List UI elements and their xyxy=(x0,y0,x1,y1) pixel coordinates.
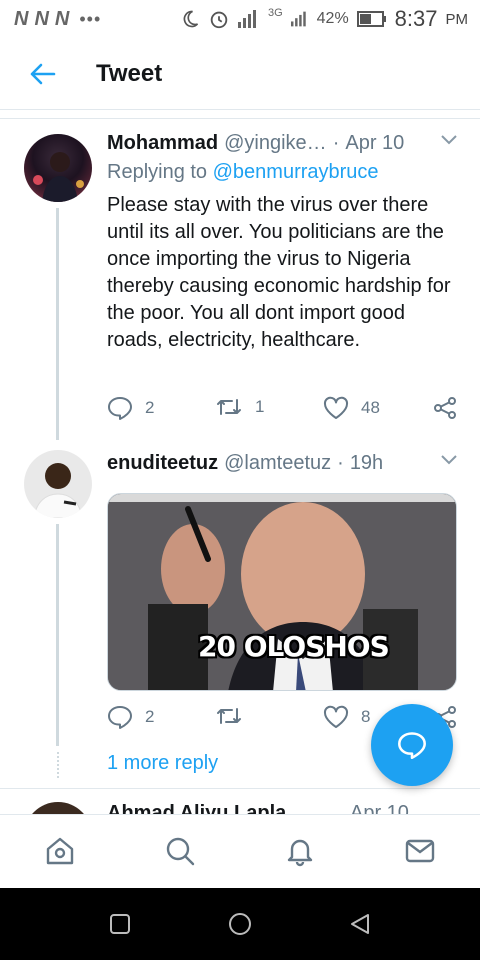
home-system-button[interactable] xyxy=(226,910,254,938)
mention-link[interactable]: @benmurraybruce xyxy=(213,161,379,183)
compose-reply-button[interactable] xyxy=(371,704,453,786)
nav-notifications[interactable] xyxy=(282,833,318,869)
reply-button[interactable]: 2 xyxy=(107,705,154,729)
tweet[interactable]: Mohammad @yingike… · Apr 10 Replying to … xyxy=(0,120,480,450)
tweet-time: Apr 10 xyxy=(350,802,409,814)
retweet-button[interactable] xyxy=(215,705,255,727)
moon-icon xyxy=(183,10,199,28)
nav-messages[interactable] xyxy=(402,833,438,869)
avatar[interactable] xyxy=(24,802,92,814)
retweet-icon xyxy=(217,708,241,724)
separator: · xyxy=(337,452,344,474)
circle-icon xyxy=(229,913,251,935)
avatar[interactable] xyxy=(24,134,92,202)
notification-icon: N xyxy=(14,7,29,30)
nav-search[interactable] xyxy=(162,833,198,869)
avatar-image xyxy=(33,463,83,518)
tweet-time: Apr 10 xyxy=(345,132,405,154)
more-replies-link[interactable]: 1 more reply xyxy=(107,752,218,775)
tweet-image[interactable]: 20 OLOSHOS xyxy=(107,493,457,691)
meme-caption: 20 OLOSHOS xyxy=(198,630,390,663)
like-count: 8 xyxy=(361,707,371,726)
reply-icon xyxy=(108,706,132,729)
author-handle[interactable]: @lamteetuz xyxy=(224,452,331,475)
chevron-down-icon[interactable] xyxy=(440,134,458,146)
network-type: 3G xyxy=(267,7,283,19)
more-notifications-icon: ••• xyxy=(79,8,102,29)
replying-to: Replying to @benmurraybruce xyxy=(107,161,458,184)
thread-dots xyxy=(57,752,59,778)
back-arrow-icon xyxy=(30,63,56,84)
recent-apps-button[interactable] xyxy=(106,910,134,938)
back-system-button[interactable] xyxy=(346,910,374,938)
retweet-button[interactable]: 1 xyxy=(215,396,264,418)
like-button[interactable]: 48 xyxy=(323,396,380,420)
like-button[interactable]: 8 xyxy=(323,705,370,729)
clock-ampm: PM xyxy=(445,10,469,28)
retweet-icon xyxy=(217,399,241,415)
chevron-down-icon[interactable] xyxy=(440,454,458,466)
reply-bubble-icon xyxy=(398,732,426,759)
nav-home[interactable] xyxy=(42,833,78,869)
avatar[interactable] xyxy=(24,450,92,518)
square-icon xyxy=(110,914,130,934)
author-handle[interactable]: @yingike… xyxy=(224,132,327,155)
system-nav-bar xyxy=(0,888,480,960)
messages-icon xyxy=(405,839,435,863)
back-button[interactable] xyxy=(0,38,86,110)
share-icon xyxy=(434,397,456,419)
notification-icon: N xyxy=(34,7,49,30)
thread-line xyxy=(56,524,59,746)
thread-line xyxy=(56,208,59,440)
tweet-time: 19h xyxy=(349,452,384,474)
top-app-bar: Tweet xyxy=(0,38,480,110)
clock-time: 8:37 xyxy=(394,6,438,31)
share-button[interactable] xyxy=(433,396,457,420)
page-title: Tweet xyxy=(96,59,163,87)
divider xyxy=(0,788,480,789)
retweet-count: 1 xyxy=(255,397,265,416)
home-icon xyxy=(46,837,74,865)
author-name[interactable]: Mohammad xyxy=(107,132,218,155)
reply-button[interactable]: 2 xyxy=(107,396,154,420)
author-name[interactable]: Ahmad Aliyu Lapla xyxy=(107,802,286,814)
heart-icon xyxy=(323,705,349,728)
alarm-icon xyxy=(210,11,228,29)
heart-icon xyxy=(323,396,349,419)
status-bar: N N N ••• 3G 42% 8:37 PM xyxy=(0,0,480,38)
search-icon xyxy=(166,837,195,866)
triangle-back-icon xyxy=(351,914,369,934)
reply-icon xyxy=(108,397,132,420)
reply-count: 2 xyxy=(145,707,155,726)
separator: · xyxy=(332,132,340,154)
author-name[interactable]: enuditeetuz xyxy=(107,452,218,475)
divider xyxy=(0,118,480,119)
signal-icon-2 xyxy=(290,11,306,27)
battery-percent: 42% xyxy=(316,10,349,27)
replying-label: Replying to xyxy=(107,161,213,183)
like-count: 48 xyxy=(361,398,380,417)
signal-icon xyxy=(237,10,256,28)
reply-count: 2 xyxy=(145,398,155,417)
battery-icon xyxy=(356,11,386,27)
avatar-image xyxy=(33,152,84,202)
notification-icon: N xyxy=(54,7,70,30)
notifications-icon xyxy=(287,839,313,867)
tweet-partial[interactable]: Ahmad Aliyu Lapla Apr 10 xyxy=(0,792,480,814)
bottom-nav xyxy=(0,814,480,888)
tweet-text: Please stay with the virus over there un… xyxy=(107,194,451,351)
